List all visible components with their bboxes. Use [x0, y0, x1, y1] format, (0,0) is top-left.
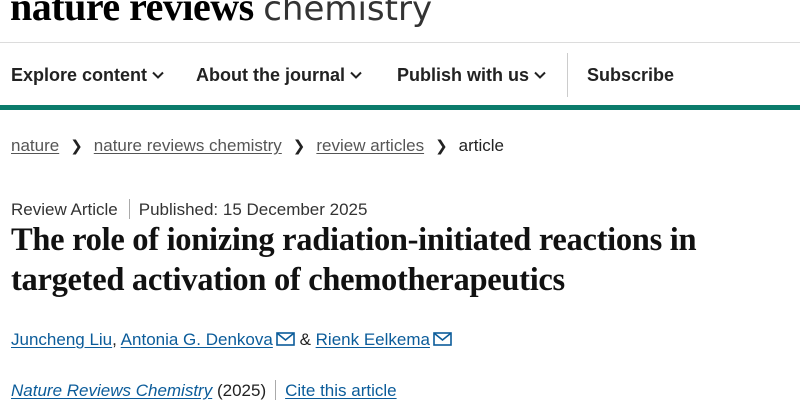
- author-link[interactable]: Antonia G. Denkova: [121, 330, 273, 349]
- article-meta: Review Article Published: 15 December 202…: [11, 199, 367, 221]
- chevron-down-icon: [152, 71, 164, 79]
- breadcrumb-current: article: [458, 136, 505, 155]
- citation-divider: [275, 380, 277, 400]
- nav-subscribe[interactable]: Subscribe: [587, 63, 674, 87]
- email-icon[interactable]: [433, 332, 452, 346]
- article-title: The role of ionizing radiation-initiated…: [11, 222, 697, 298]
- citation-line: Nature Reviews Chemistry (2025) Cite this…: [11, 379, 397, 403]
- nav-explore-content-label: Explore content: [11, 65, 148, 85]
- nav-accent-rule: [0, 105, 800, 110]
- chevron-right-icon: ❯: [70, 138, 83, 155]
- chevron-right-icon: ❯: [435, 138, 448, 155]
- chevron-down-icon: [350, 71, 362, 79]
- breadcrumb-link-journal[interactable]: nature reviews chemistry: [94, 136, 282, 155]
- nav-subscribe-label: Subscribe: [587, 65, 675, 85]
- author-list: Juncheng Liu, Antonia G. Denkova & Rienk…: [11, 328, 452, 352]
- email-icon[interactable]: [276, 332, 295, 346]
- author-separator: ,: [112, 330, 117, 349]
- nav-publish-with-us[interactable]: Publish with us: [397, 63, 547, 87]
- main-nav: Explore content About the journal Publis…: [0, 43, 800, 105]
- nav-explore-content[interactable]: Explore content: [11, 63, 165, 87]
- logo-light-text: chemistry: [263, 0, 433, 29]
- publication-year: (2025): [216, 381, 267, 400]
- chevron-right-icon: ❯: [292, 138, 306, 155]
- breadcrumb-link-nature[interactable]: nature: [11, 136, 59, 155]
- journal-name: Nature Reviews Chemistry: [11, 381, 213, 400]
- journal-link[interactable]: Nature Reviews Chemistry: [11, 381, 212, 400]
- nav-divider: [567, 53, 568, 97]
- author-link[interactable]: Juncheng Liu: [11, 330, 112, 349]
- cite-this-article-link[interactable]: Cite this article: [285, 381, 396, 400]
- author-separator: &: [299, 330, 311, 349]
- nav-publish-with-us-label: Publish with us: [397, 65, 530, 85]
- author-link[interactable]: Rienk Eelkema: [316, 330, 430, 349]
- nav-about-journal-label: About the journal: [196, 65, 345, 85]
- logo-bold-text: nature reviews: [10, 0, 254, 29]
- meta-divider: [128, 199, 130, 219]
- breadcrumb: nature ❯ nature reviews chemistry ❯ review a…: [11, 135, 504, 157]
- article-type: Review Article: [11, 200, 118, 219]
- breadcrumb-link-review-articles[interactable]: review articles: [316, 136, 424, 155]
- published-date: Published: 15 December 2025: [138, 200, 368, 219]
- nav-about-journal[interactable]: About the journal: [196, 63, 363, 87]
- chevron-down-icon: [534, 71, 546, 79]
- site-logo[interactable]: nature reviews chemistry: [10, 0, 432, 29]
